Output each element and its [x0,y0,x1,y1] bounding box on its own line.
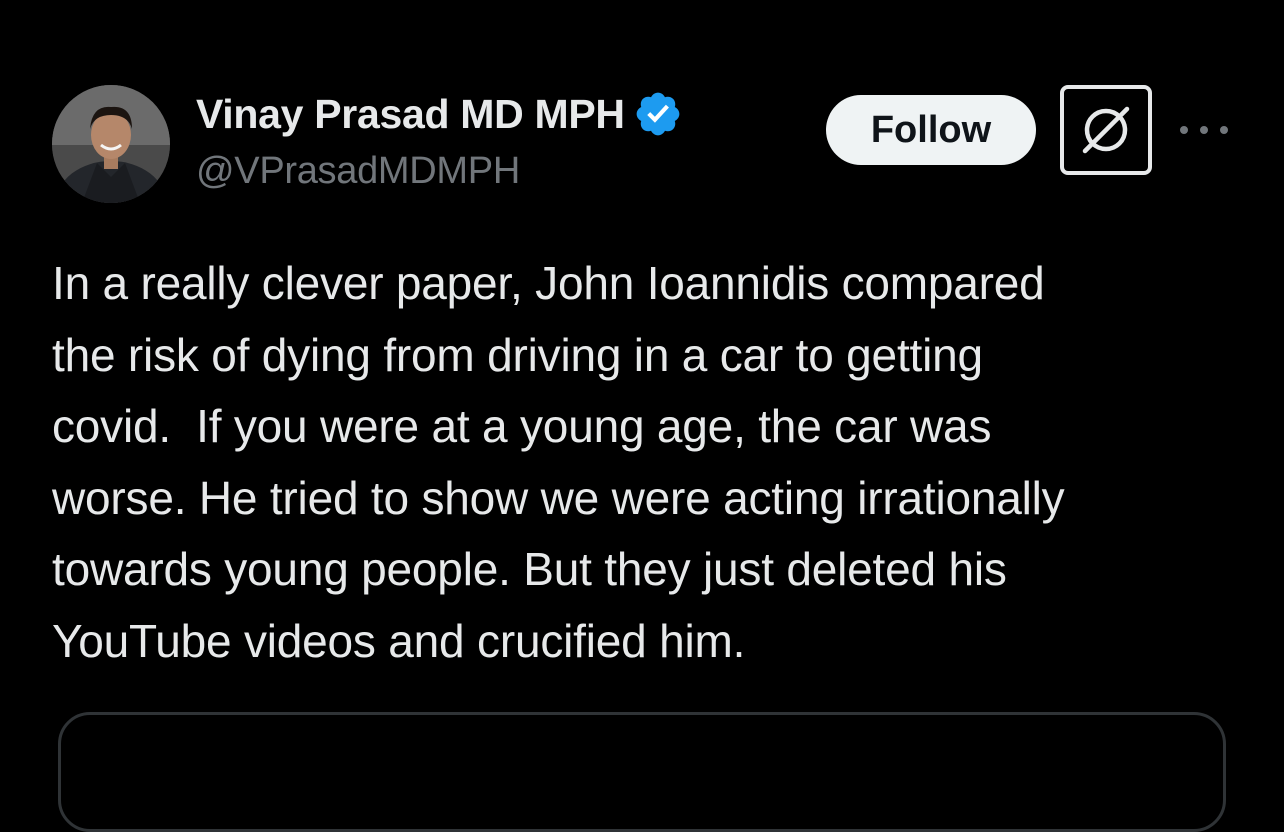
verified-badge-icon[interactable] [633,89,683,139]
avatar-image [52,85,170,203]
more-options-icon [1180,126,1188,134]
more-options-button[interactable] [1180,112,1228,148]
grok-icon [1082,106,1130,154]
tweet-text-line: towards young people. But they just dele… [52,543,1007,595]
grok-button[interactable] [1060,85,1152,175]
tweet-text-line: worse. He tried to show we were acting i… [52,471,1065,524]
more-options-icon-dot [1220,126,1228,134]
author-handle[interactable]: @VPrasadMDMPH [196,150,520,193]
author-display-name[interactable]: Vinay Prasad MD MPH [196,91,625,138]
embedded-card[interactable] [58,712,1226,832]
tweet-text-line: the risk of dying from driving in a car … [52,328,983,381]
more-options-icon-dot [1200,126,1208,134]
tweet: Vinay Prasad MD MPH @VPrasadMDMPH Follow… [0,0,1284,832]
author-name-row: Vinay Prasad MD MPH [196,88,683,140]
tweet-text: In a really clever paper, John Ioannidis… [52,248,1252,677]
tweet-text-line: YouTube videos and crucified him. [52,614,746,667]
tweet-text-line: covid. If you were at a young age, the c… [52,400,992,452]
tweet-text-line: In a really clever paper, John Ioannidis… [52,257,1045,309]
follow-button[interactable]: Follow [826,95,1036,165]
avatar[interactable] [52,85,170,203]
